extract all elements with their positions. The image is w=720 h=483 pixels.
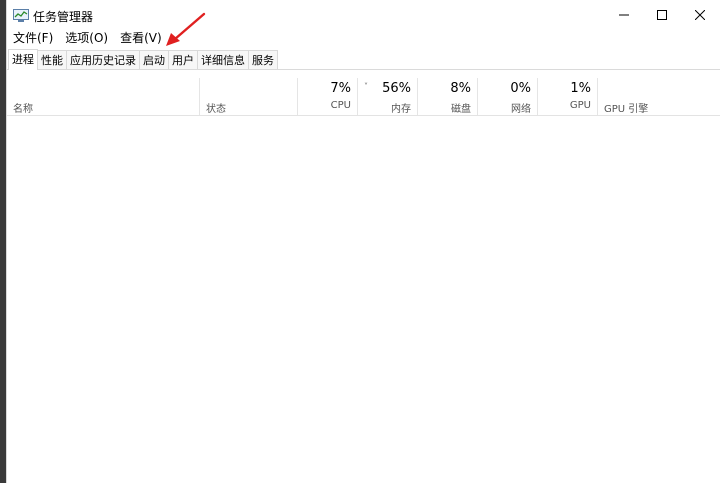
minimize-icon bbox=[619, 14, 629, 16]
gpu-usage-value: 1% bbox=[570, 81, 591, 96]
column-network[interactable]: 0% 网络 bbox=[478, 78, 538, 115]
maximize-icon bbox=[657, 10, 667, 20]
menu-options[interactable]: 选项(O) bbox=[59, 29, 114, 47]
column-status-label: 状态 bbox=[206, 104, 226, 115]
task-manager-icon bbox=[13, 9, 29, 22]
tab-details[interactable]: 详细信息 bbox=[197, 50, 249, 69]
column-status[interactable]: 状态 bbox=[200, 78, 298, 115]
close-icon bbox=[695, 10, 705, 20]
tab-bar: 进程 性能 应用历史记录 启动 用户 详细信息 服务 bbox=[7, 49, 720, 70]
memory-usage-value: 56% bbox=[382, 81, 411, 96]
tab-performance[interactable]: 性能 bbox=[37, 50, 67, 69]
tab-services[interactable]: 服务 bbox=[248, 50, 278, 69]
title-bar[interactable]: 任务管理器 bbox=[7, 0, 720, 30]
window-title: 任务管理器 bbox=[33, 10, 94, 24]
minimize-button[interactable] bbox=[605, 0, 643, 30]
column-network-label: 网络 bbox=[511, 104, 531, 115]
column-name-label: 名称 bbox=[13, 104, 33, 115]
column-name[interactable]: 名称 bbox=[7, 78, 200, 115]
column-cpu-label: CPU bbox=[330, 100, 351, 111]
tab-processes[interactable]: 进程 bbox=[8, 49, 38, 70]
tab-users[interactable]: 用户 bbox=[168, 50, 198, 69]
column-gpu[interactable]: 1% GPU bbox=[538, 78, 598, 115]
network-usage-value: 0% bbox=[510, 81, 531, 96]
process-table-header: 名称 状态 7% CPU ˅ 56% 内存 8% 磁盘 0% 网络 1% GPU… bbox=[7, 78, 720, 116]
tab-app-history[interactable]: 应用历史记录 bbox=[66, 50, 140, 69]
menu-view[interactable]: 查看(V) bbox=[114, 29, 168, 47]
column-cpu[interactable]: 7% CPU bbox=[298, 78, 358, 115]
disk-usage-value: 8% bbox=[450, 81, 471, 96]
column-memory-label: 内存 bbox=[391, 104, 411, 115]
column-disk[interactable]: 8% 磁盘 bbox=[418, 78, 478, 115]
close-button[interactable] bbox=[681, 0, 719, 30]
column-gpu-engine-label: GPU 引擎 bbox=[604, 104, 649, 115]
process-list[interactable] bbox=[7, 116, 720, 483]
task-manager-window: 任务管理器 文件(F) 选项(O) 查看(V) 进程 性能 应用历史记录 启动 … bbox=[6, 0, 720, 483]
menu-bar: 文件(F) 选项(O) 查看(V) bbox=[7, 29, 168, 47]
cpu-usage-value: 7% bbox=[330, 81, 351, 96]
tab-startup[interactable]: 启动 bbox=[139, 50, 169, 69]
red-arrow-annotation bbox=[166, 12, 206, 46]
column-gpu-label: GPU bbox=[569, 100, 591, 111]
menu-file[interactable]: 文件(F) bbox=[7, 29, 59, 47]
sort-descending-icon: ˅ bbox=[364, 82, 368, 91]
column-gpu-engine[interactable]: GPU 引擎 bbox=[598, 78, 720, 115]
column-disk-label: 磁盘 bbox=[451, 104, 471, 115]
maximize-button[interactable] bbox=[643, 0, 681, 30]
column-memory[interactable]: ˅ 56% 内存 bbox=[358, 78, 418, 115]
